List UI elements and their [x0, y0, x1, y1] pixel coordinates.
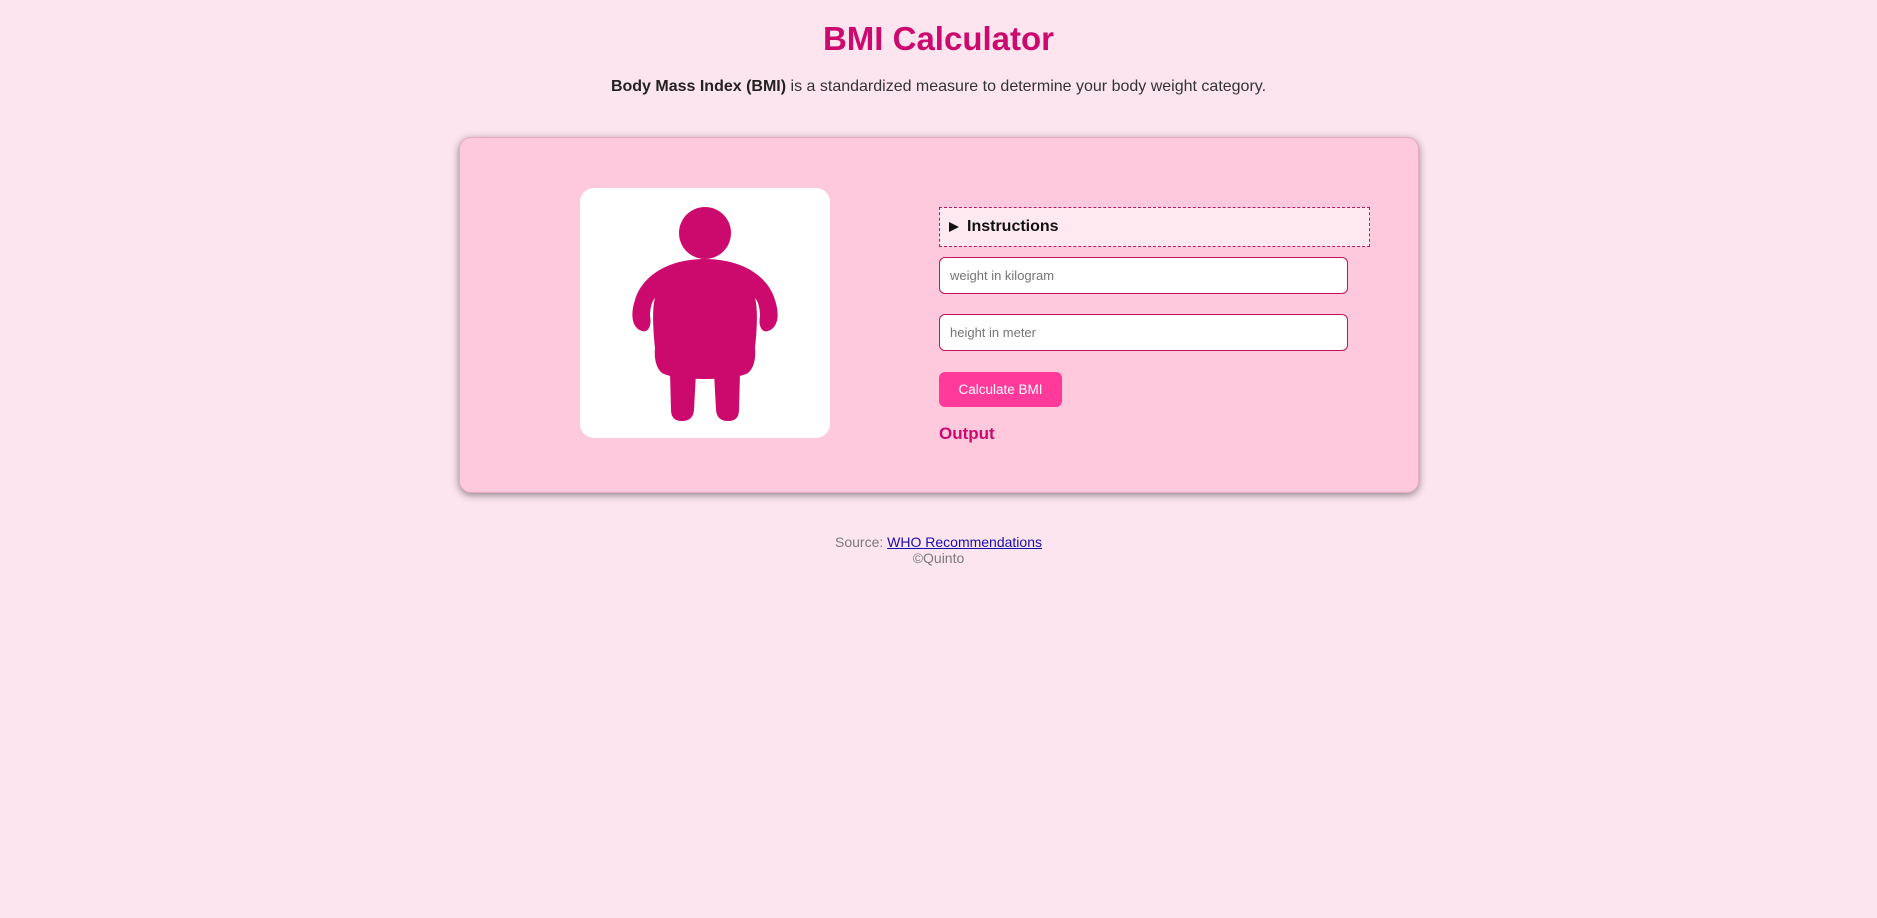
page: BMI Calculator Body Mass Index (BMI) is … [0, 0, 1877, 918]
page-title: BMI Calculator [822, 20, 1055, 57]
subtitle-text: is a standardized measure to determine y… [786, 78, 1267, 95]
calculate-bmi-button[interactable]: Calculate BMI [939, 372, 1062, 407]
calculator-card: Instructions Calculate BMI Output [459, 137, 1419, 493]
output-label: Output [939, 424, 995, 443]
source-prefix: Source: [835, 534, 888, 550]
subtitle-bold-term: Body Mass Index (BMI) [610, 78, 787, 95]
instructions-label: Instructions [967, 218, 1059, 235]
instructions-toggle[interactable]: Instructions [939, 207, 1370, 247]
source-line: Source: WHO Recommendations [0, 534, 1877, 550]
who-recommendations-link[interactable]: WHO Recommendations [887, 534, 1042, 550]
weight-input[interactable] [939, 257, 1348, 294]
body-figure-panel [580, 188, 830, 438]
page-subtitle: Body Mass Index (BMI) is a standardized … [0, 78, 1877, 96]
disclosure-triangle-icon [949, 222, 959, 232]
copyright: ©Quinto [912, 550, 965, 566]
footer: Source: WHO Recommendations ©Quinto [0, 534, 1877, 566]
height-input[interactable] [939, 314, 1348, 351]
obese-person-icon [632, 207, 778, 421]
